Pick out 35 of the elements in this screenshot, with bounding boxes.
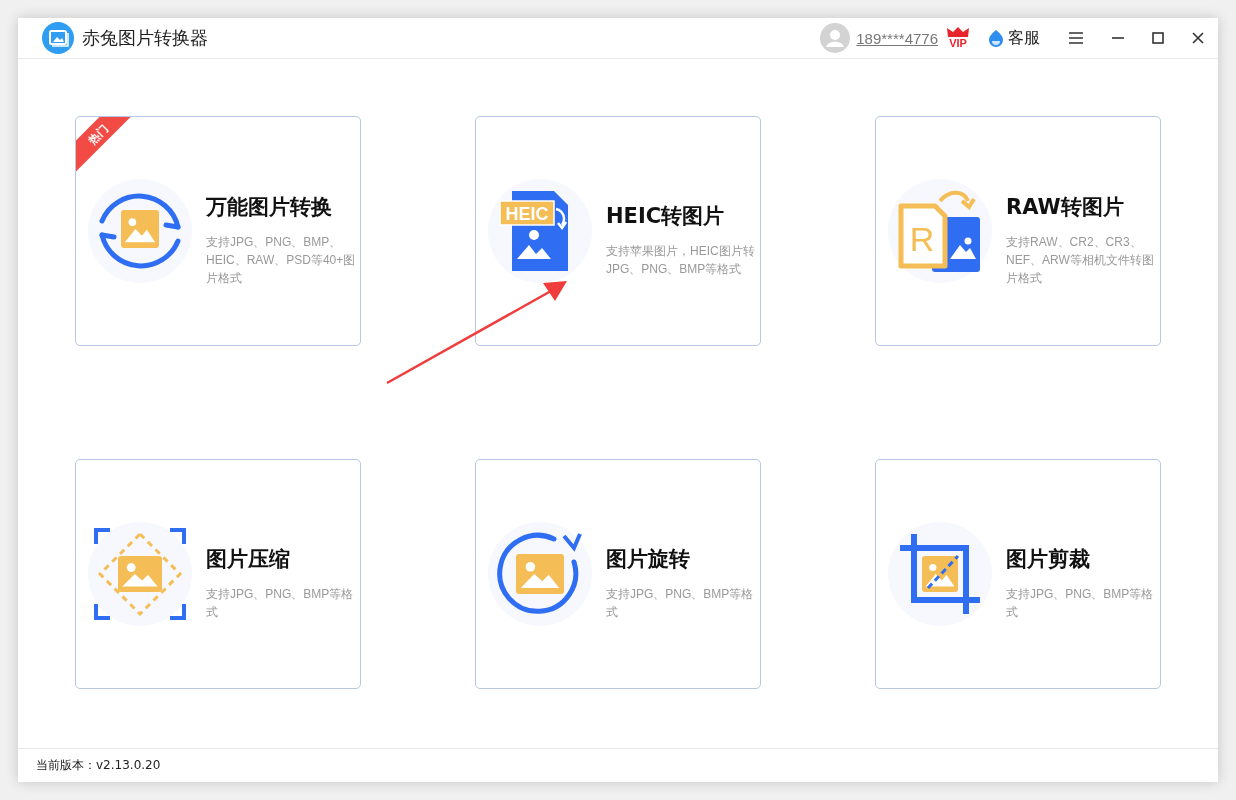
tool-description: 支持JPG、PNG、BMP、HEIC、RAW、PSD等40+图片格式: [206, 234, 356, 287]
heic-file-icon: HEIC: [488, 179, 592, 283]
close-icon[interactable]: [1192, 32, 1204, 44]
tool-title: RAW转图片: [1006, 194, 1125, 221]
image-convert-icon: [88, 179, 192, 283]
tool-card[interactable]: 图片剪裁 支持JPG、PNG、BMP等格式: [875, 459, 1161, 689]
tool-description: 支持RAW、CR2、CR3、NEF、ARW等相机文件转图片格式: [1006, 234, 1155, 287]
window-title: 赤兔图片转换器: [82, 26, 208, 50]
tool-card[interactable]: R RAW转图片 支持RAW、CR2、CR3、NEF、ARW等相机文件转图片格式: [875, 116, 1161, 346]
tool-description: 支持JPG、PNG、BMP等格式: [206, 586, 355, 621]
app-logo-icon: [42, 22, 74, 54]
tool-title: 万能图片转换: [206, 194, 333, 221]
tool-card[interactable]: 图片旋转 支持JPG、PNG、BMP等格式: [475, 459, 761, 689]
vip-badge: VIP: [946, 27, 970, 49]
avatar-icon: [820, 23, 851, 53]
tool-description: 支持苹果图片，HEIC图片转JPG、PNG、BMP等格式: [606, 243, 756, 278]
support-drop-icon: [988, 29, 1004, 47]
tool-card[interactable]: 图片压缩 支持JPG、PNG、BMP等格式: [75, 459, 361, 689]
image-compress-icon: [88, 522, 192, 626]
tool-description: 支持JPG、PNG、BMP等格式: [1006, 586, 1155, 621]
tool-description: 支持JPG、PNG、BMP等格式: [606, 586, 755, 621]
tool-card[interactable]: 热门 万能图片转换 支持JPG、PNG、BMP、HEIC、RAW、PSD等40+图片格式: [75, 116, 361, 346]
menu-icon[interactable]: [1068, 31, 1084, 45]
tool-title: 图片压缩: [206, 546, 291, 573]
support-button[interactable]: 客服: [988, 27, 1040, 49]
tool-title: 图片旋转: [606, 546, 691, 573]
maximize-icon[interactable]: [1152, 32, 1164, 44]
raw-file-icon: R: [888, 179, 992, 283]
image-crop-icon: [888, 522, 992, 626]
version-label: 当前版本：v2.13.0.20: [36, 757, 161, 774]
tool-title: 图片剪裁: [1006, 546, 1091, 573]
tool-card[interactable]: HEIC HEIC转图片 支持苹果图片，HEIC图片转JPG、PNG、BMP等格式: [475, 116, 761, 346]
account-link[interactable]: 189****4776: [856, 29, 938, 47]
image-rotate-icon: [488, 522, 592, 626]
tool-title: HEIC转图片: [606, 203, 726, 230]
